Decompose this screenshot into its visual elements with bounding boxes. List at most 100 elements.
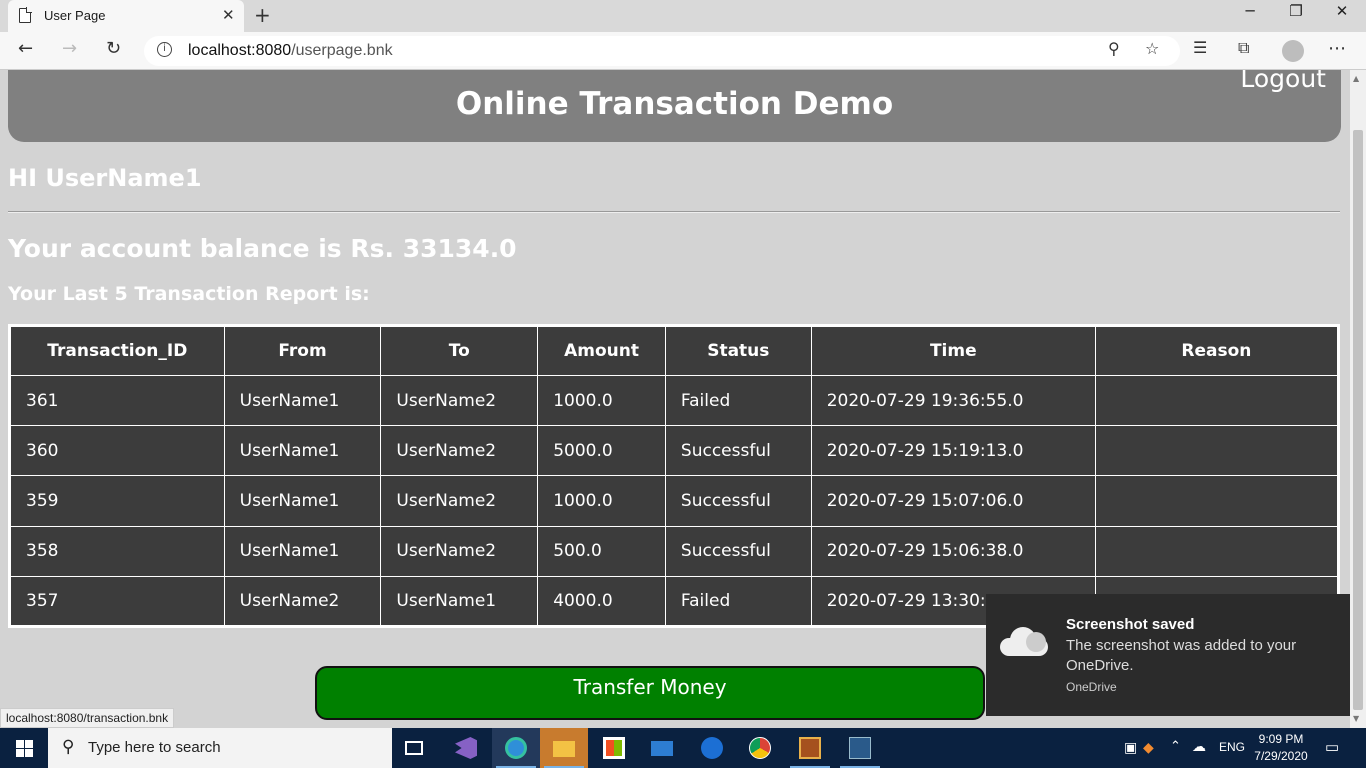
refresh-icon[interactable]: ↻ <box>106 38 121 59</box>
to-cell: UserName2 <box>380 374 539 427</box>
windows-start-icon[interactable] <box>16 740 33 757</box>
language-indicator[interactable]: ENG <box>1219 740 1245 754</box>
microsoft-store-icon[interactable] <box>590 728 638 768</box>
report-heading: Your Last 5 Transaction Report is: <box>8 283 370 305</box>
tab-strip: User Page ✕ + ─ ❐ ✕ <box>0 0 1366 32</box>
toast-title: Screenshot saved <box>1066 616 1195 633</box>
edge-browser-icon[interactable] <box>492 728 540 768</box>
back-icon[interactable]: ← <box>18 38 33 59</box>
notification-center-icon[interactable]: ▭ <box>1325 738 1339 756</box>
close-window-icon[interactable]: ✕ <box>1322 2 1362 20</box>
amount-cell: 1000.0 <box>537 374 666 427</box>
table-row: 361 UserName1 UserName2 1000.0 Failed 20… <box>9 374 1340 427</box>
transaction-id-cell: 357 <box>9 575 225 628</box>
site-title: Online Transaction Demo <box>455 86 894 122</box>
table-header-row: Transaction_ID From To Amount Status Tim… <box>9 325 1340 376</box>
column-header: From <box>223 325 382 376</box>
to-cell: UserName1 <box>380 575 539 628</box>
search-placeholder: Type here to search <box>88 739 221 756</box>
status-cell: Failed <box>664 575 812 628</box>
tray-security-icon[interactable]: ◆ <box>1143 739 1154 756</box>
close-tab-icon[interactable]: ✕ <box>222 6 235 24</box>
status-cell: Successful <box>664 525 812 577</box>
reason-cell <box>1094 374 1340 427</box>
from-cell: UserName1 <box>223 374 382 427</box>
clock-date: 7/29/2020 <box>1254 749 1308 763</box>
column-header: Reason <box>1094 325 1340 376</box>
network-icon[interactable]: ☁ <box>1192 738 1206 755</box>
from-cell: UserName1 <box>223 525 382 577</box>
reason-cell <box>1094 425 1340 477</box>
mysql-workbench-icon[interactable] <box>836 728 884 768</box>
logout-link[interactable]: Logout <box>1240 70 1326 93</box>
column-header: Status <box>664 325 812 376</box>
tab-title: User Page <box>44 8 106 23</box>
collections-icon[interactable]: ⧉ <box>1238 38 1249 58</box>
scroll-down-icon[interactable]: ▼ <box>1353 714 1359 723</box>
url-text: localhost:8080/userpage.bnk <box>188 42 393 60</box>
zoom-key-icon[interactable]: ⚲ <box>1108 39 1120 58</box>
user-greeting: HI UserName1 <box>8 164 202 192</box>
tray-app-icon[interactable]: ▣ <box>1124 739 1137 756</box>
browser-toolbar: ← → ↻ i localhost:8080/userpage.bnk ⚲ ☆ … <box>0 32 1366 70</box>
amount-cell: 500.0 <box>537 525 666 577</box>
notification-toast[interactable]: Screenshot saved The screenshot was adde… <box>986 594 1350 716</box>
table-row: 359 UserName1 UserName2 1000.0 Successfu… <box>9 475 1340 527</box>
column-header: Amount <box>537 325 666 376</box>
url-path: /userpage.bnk <box>291 42 393 59</box>
taskbar: ⚲ Type here to search ▣ ◆ ⌃ ☁ ENG 9:09 P… <box>0 728 1366 768</box>
address-bar[interactable]: i localhost:8080/userpage.bnk ⚲ ☆ <box>144 36 1180 66</box>
account-balance: Your account balance is Rs. 33134.0 <box>8 234 517 263</box>
taskbar-clock[interactable]: 9:09 PM 7/29/2020 <box>1250 731 1312 765</box>
time-cell: 2020-07-29 19:36:55.0 <box>810 374 1096 427</box>
to-cell: UserName2 <box>380 525 539 577</box>
mail-icon[interactable] <box>638 728 686 768</box>
show-hidden-icons-icon[interactable]: ⌃ <box>1170 738 1181 754</box>
time-cell: 2020-07-29 15:06:38.0 <box>810 525 1096 577</box>
restore-icon[interactable]: ❐ <box>1276 2 1316 20</box>
taskbar-search-input[interactable]: ⚲ Type here to search <box>48 728 392 768</box>
reason-cell <box>1094 525 1340 577</box>
browser-tab[interactable]: User Page ✕ <box>8 0 244 32</box>
firefox-icon[interactable] <box>688 728 736 768</box>
toast-message: The screenshot was added to your OneDriv… <box>1066 637 1297 674</box>
info-icon[interactable]: i <box>157 42 172 57</box>
header-banner: Online Transaction Demo Logout <box>8 70 1341 142</box>
reason-cell <box>1094 475 1340 527</box>
favorites-icon[interactable]: ☰ <box>1193 38 1207 57</box>
app-game-icon[interactable] <box>786 728 834 768</box>
to-cell: UserName2 <box>380 475 539 527</box>
onedrive-cloud-icon <box>1000 624 1050 658</box>
column-header: Time <box>810 325 1096 376</box>
transaction-id-cell: 360 <box>9 425 225 477</box>
minimize-icon[interactable]: ─ <box>1230 2 1270 20</box>
divider <box>8 211 1340 213</box>
file-explorer-icon[interactable] <box>540 728 588 768</box>
scroll-thumb[interactable] <box>1353 130 1363 710</box>
transaction-table: Transaction_ID From To Amount Status Tim… <box>8 324 1340 628</box>
from-cell: UserName1 <box>223 475 382 527</box>
profile-avatar-icon[interactable] <box>1282 40 1304 62</box>
amount-cell: 4000.0 <box>537 575 666 628</box>
new-tab-icon[interactable]: + <box>254 3 271 27</box>
forward-icon[interactable]: → <box>62 38 77 59</box>
task-view-icon[interactable] <box>392 728 440 768</box>
toast-source: OneDrive <box>1066 680 1117 694</box>
visual-studio-icon[interactable] <box>442 728 490 768</box>
favorite-star-icon[interactable]: ☆ <box>1145 39 1159 58</box>
chrome-icon[interactable] <box>736 728 784 768</box>
status-cell: Successful <box>664 425 812 477</box>
scroll-up-icon[interactable]: ▲ <box>1353 74 1359 83</box>
transaction-id-cell: 361 <box>9 374 225 427</box>
search-icon: ⚲ <box>62 737 75 757</box>
more-menu-icon[interactable]: ⋯ <box>1328 38 1346 59</box>
time-cell: 2020-07-29 15:07:06.0 <box>810 475 1096 527</box>
transfer-money-button[interactable]: Transfer Money <box>315 666 985 720</box>
page-scrollbar[interactable]: ▲ ▼ <box>1350 70 1366 728</box>
status-link-preview: localhost:8080/transaction.bnk <box>0 708 175 728</box>
time-cell: 2020-07-29 15:19:13.0 <box>810 425 1096 477</box>
transaction-id-cell: 359 <box>9 475 225 527</box>
column-header: To <box>380 325 539 376</box>
status-cell: Successful <box>664 475 812 527</box>
from-cell: UserName1 <box>223 425 382 477</box>
